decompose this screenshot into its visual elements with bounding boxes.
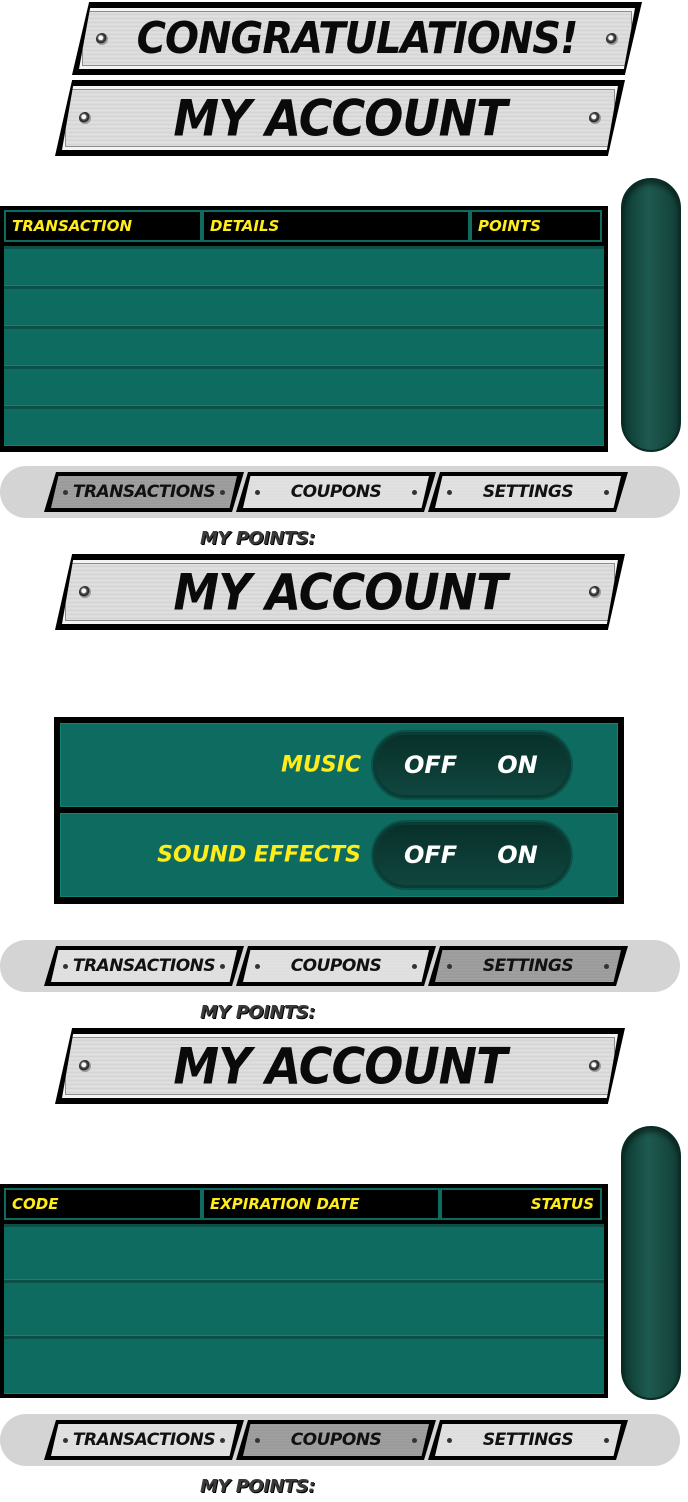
settings-panel: MUSIC OFF ON SOUND EFFECTS OFF ON [54,717,624,904]
my-account-banner: MY ACCOUNT [55,1028,625,1104]
column-header-points: POINTS [470,210,602,242]
congratulations-banner: CONGRATULATIONS! [72,2,642,75]
sound-effects-on[interactable]: ON [497,841,538,869]
tab-coupons[interactable]: COUPONS [236,1420,436,1460]
setting-row-sound-effects: SOUND EFFECTS OFF ON [60,813,618,897]
page-title: MY ACCOUNT [173,1036,507,1096]
rivet-icon [79,586,91,598]
table-row[interactable] [4,366,604,406]
my-account-banner: MY ACCOUNT [55,80,625,156]
music-toggle[interactable]: OFF ON [373,732,571,798]
rivet-icon [589,586,601,598]
tab-coupons[interactable]: COUPONS [236,946,436,986]
table-row[interactable] [4,406,604,446]
column-header-status: STATUS [440,1188,602,1220]
music-off[interactable]: OFF [404,751,457,779]
music-on[interactable]: ON [497,751,538,779]
my-points-label: MY POINTS: [200,1002,315,1023]
rivet-icon [589,1060,601,1072]
my-points-label: MY POINTS: [200,528,315,549]
page-title: MY ACCOUNT [173,88,507,148]
tab-coupons[interactable]: COUPONS [236,472,436,512]
column-header-code: CODE [4,1188,202,1220]
coupons-table: CODE EXPIRATION DATE STATUS [0,1184,608,1398]
scrollbar[interactable] [621,178,681,452]
column-header-expiration-date: EXPIRATION DATE [202,1188,440,1220]
tab-settings[interactable]: SETTINGS [428,946,628,986]
transactions-table: TRANSACTION DETAILS POINTS [0,206,608,452]
table-row[interactable] [4,1336,604,1394]
tab-transactions[interactable]: TRANSACTIONS [44,1420,244,1460]
tab-bar: TRANSACTIONS COUPONS SETTINGS [0,1414,680,1466]
table-row[interactable] [4,286,604,326]
page-title: MY ACCOUNT [173,562,507,622]
table-row[interactable] [4,326,604,366]
sound-effects-off[interactable]: OFF [404,841,457,869]
column-header-transaction: TRANSACTION [4,210,202,242]
my-account-banner: MY ACCOUNT [55,554,625,630]
rivet-icon [96,32,108,45]
scrollbar[interactable] [621,1126,681,1400]
rivet-icon [606,32,618,45]
tab-settings[interactable]: SETTINGS [428,1420,628,1460]
sound-effects-label: SOUND EFFECTS [157,842,361,868]
column-header-details: DETAILS [202,210,470,242]
tab-transactions[interactable]: TRANSACTIONS [44,946,244,986]
tab-transactions[interactable]: TRANSACTIONS [44,472,244,512]
tab-bar: TRANSACTIONS COUPONS SETTINGS [0,466,680,518]
tab-settings[interactable]: SETTINGS [428,472,628,512]
rivet-icon [589,112,601,124]
table-row[interactable] [4,1224,604,1280]
table-row[interactable] [4,246,604,286]
setting-row-music: MUSIC OFF ON [60,723,618,807]
table-row[interactable] [4,1280,604,1336]
music-label: MUSIC [281,752,361,778]
congratulations-title: CONGRATULATIONS! [136,13,579,64]
rivet-icon [79,112,91,124]
my-points-label: MY POINTS: [200,1476,315,1497]
sound-effects-toggle[interactable]: OFF ON [373,822,571,888]
tab-bar: TRANSACTIONS COUPONS SETTINGS [0,940,680,992]
rivet-icon [79,1060,91,1072]
